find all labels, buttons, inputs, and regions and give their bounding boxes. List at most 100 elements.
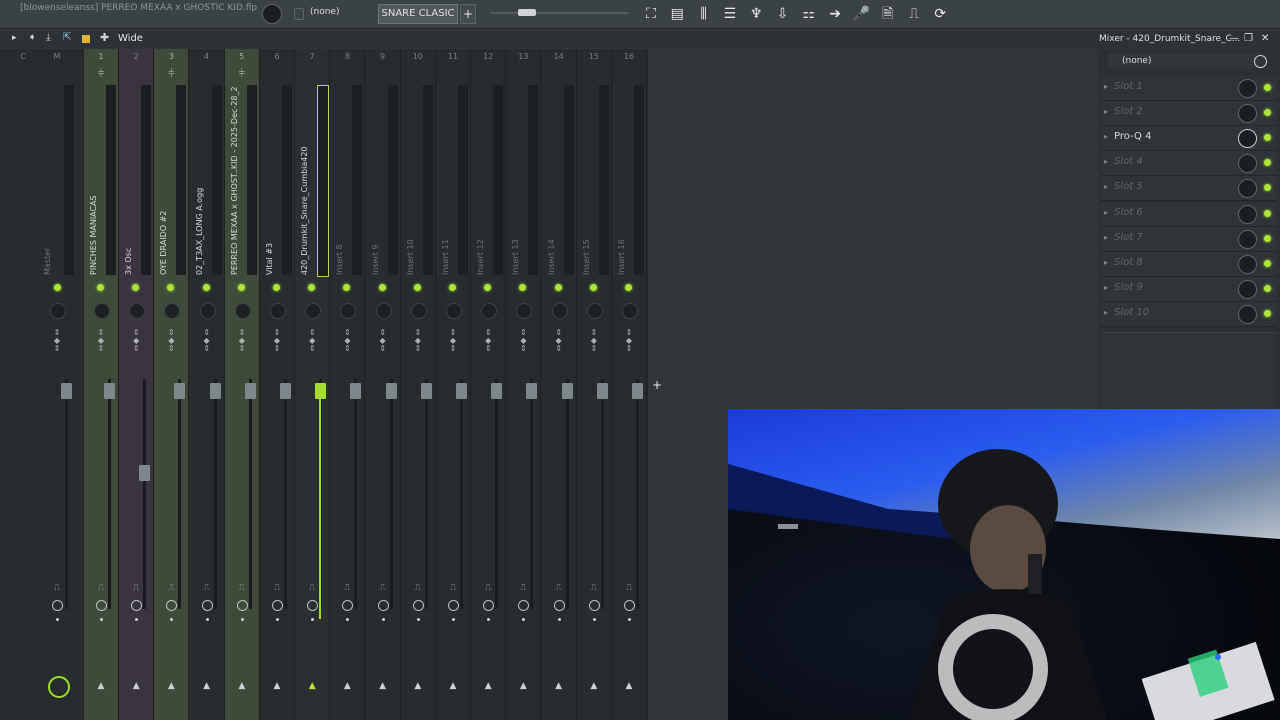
track-name[interactable]: Master: [43, 248, 52, 275]
volume-fader-track[interactable]: [600, 379, 604, 609]
track-name[interactable]: Vital #3: [265, 243, 274, 275]
clock-icon[interactable]: [1254, 55, 1267, 68]
send-to-master-icon[interactable]: ▲: [481, 681, 495, 691]
volume-fader-track[interactable]: [178, 379, 182, 609]
record-arm-icon[interactable]: ⎍: [516, 583, 530, 593]
effect-slot-2[interactable]: ▸ Slot 2: [1101, 101, 1277, 127]
volume-fader[interactable]: [526, 383, 538, 399]
file-icon[interactable]: 🗎: [879, 5, 897, 23]
mixer-track-15[interactable]: 15 Insert 15 ⇕ ◆ ⇕ ⎍ ▲: [576, 49, 612, 720]
route-dot[interactable]: [487, 618, 491, 621]
pan-knob[interactable]: [622, 303, 638, 319]
record-arm-icon[interactable]: ⎍: [446, 583, 460, 593]
volume-fader[interactable]: [561, 383, 573, 399]
mixer-add-icon[interactable]: ✚: [100, 31, 109, 44]
volume-fader[interactable]: [596, 383, 608, 399]
track-enable-toggle[interactable]: [273, 284, 280, 291]
latency-clock-icon[interactable]: [518, 600, 530, 611]
latency-clock-icon[interactable]: [272, 600, 283, 611]
track-name[interactable]: Insert 15: [582, 239, 591, 275]
slot-mix-knob[interactable]: [1238, 204, 1257, 224]
record-arm-icon[interactable]: ⎍: [552, 583, 566, 593]
volume-fader[interactable]: [61, 383, 72, 399]
add-channel-button[interactable]: +: [460, 4, 476, 24]
latency-clock-icon[interactable]: [448, 600, 459, 611]
send-to-master-icon[interactable]: ▲: [94, 681, 108, 691]
volume-fader-track[interactable]: [143, 379, 147, 609]
record-arm-icon[interactable]: ⎍: [622, 583, 636, 593]
volume-fader-track[interactable]: [65, 379, 68, 609]
latency-clock-icon[interactable]: [307, 600, 319, 611]
preset-selector[interactable]: (none): [310, 7, 339, 17]
slot-enable-toggle[interactable]: [1264, 109, 1271, 117]
track-enable-toggle[interactable]: [167, 284, 175, 291]
channel-list-icon[interactable]: ⚏: [800, 5, 818, 23]
slot-expand-icon[interactable]: ▸: [1104, 208, 1108, 217]
pan-knob[interactable]: [446, 303, 462, 319]
mixer-route-icon[interactable]: ⇱: [63, 32, 71, 43]
pan-knob[interactable]: [199, 303, 216, 319]
effect-slot-6[interactable]: ▸ Slot 6: [1101, 201, 1277, 227]
mixer-track-2[interactable]: 2 3x Osc ⇕ ◆ ⇕ ⎍ ▲: [119, 49, 155, 720]
track-enable-toggle[interactable]: [413, 284, 421, 291]
pan-knob[interactable]: [234, 303, 251, 319]
mixer-track-7[interactable]: 7 420_Drumkit_Snare_Cumbia420 ⇕ ◆ ⇕ ⎍ ▲: [295, 49, 331, 720]
refresh-icon[interactable]: ⟳: [931, 5, 949, 23]
mixer-icon[interactable]: ⫼: [695, 5, 713, 23]
latency-clock-icon[interactable]: [342, 600, 354, 611]
channel-rack-icon[interactable]: ☰: [721, 5, 739, 23]
volume-fader-track[interactable]: [389, 379, 393, 609]
slot-mix-knob[interactable]: [1238, 304, 1257, 324]
route-dot[interactable]: [346, 618, 350, 621]
stereo-separation-icon[interactable]: ⇕ ◆ ⇕: [164, 329, 178, 353]
record-arm-icon[interactable]: ⎍: [340, 583, 354, 593]
mixer-color-icon[interactable]: [82, 35, 90, 43]
mixer-menu-arrow-icon[interactable]: ▸: [12, 33, 17, 43]
volume-fader[interactable]: [350, 383, 362, 399]
track-name[interactable]: 3x Osc: [124, 248, 133, 275]
stereo-separation-icon[interactable]: ⇕ ◆ ⇕: [446, 329, 460, 353]
mixer-track-m[interactable]: M Master ⇕ ◆ ⇕ ⎍: [32, 49, 83, 720]
pan-knob[interactable]: [305, 303, 322, 319]
track-enable-toggle[interactable]: [308, 284, 316, 291]
slot-enable-toggle[interactable]: [1264, 209, 1271, 217]
stereo-separation-icon[interactable]: ⇕ ◆ ⇕: [622, 329, 636, 353]
stereo-separation-icon[interactable]: ⇕ ◆ ⇕: [129, 329, 143, 353]
minimize-icon[interactable]: —: [1229, 33, 1239, 44]
track-name[interactable]: Insert 16: [617, 239, 626, 275]
record-arm-icon[interactable]: ⎍: [587, 583, 601, 593]
mixer-track-8[interactable]: 8 Insert 8 ⇕ ◆ ⇕ ⎍ ▲: [330, 49, 366, 720]
slot-mix-knob[interactable]: [1238, 79, 1257, 98]
track-enable-toggle[interactable]: [589, 284, 597, 291]
volume-fader-track[interactable]: [636, 379, 639, 609]
slot-enable-toggle[interactable]: [1264, 134, 1271, 142]
record-arm-icon[interactable]: ⎍: [376, 583, 390, 593]
track-name[interactable]: PINCHES MANIACAS: [89, 195, 98, 275]
route-dot[interactable]: [205, 618, 209, 621]
mic-icon[interactable]: 🎤: [852, 5, 870, 23]
latency-clock-icon[interactable]: [96, 600, 107, 611]
mixer-track-16[interactable]: 16 Insert 16 ⇕ ◆ ⇕ ⎍ ▲: [612, 49, 647, 720]
piano-roll-icon[interactable]: ▤: [668, 5, 686, 23]
send-to-master-icon[interactable]: ▲: [340, 681, 354, 691]
volume-fader-track[interactable]: [460, 379, 463, 609]
stereo-separation-icon[interactable]: ⇕ ◆ ⇕: [481, 329, 495, 353]
pan-knob[interactable]: [340, 303, 357, 319]
pan-knob[interactable]: [94, 303, 110, 319]
route-dot[interactable]: [135, 618, 139, 621]
track-enable-toggle[interactable]: [378, 284, 386, 291]
slot-mix-knob[interactable]: [1238, 229, 1257, 249]
volume-fader[interactable]: [385, 383, 397, 399]
latency-clock-icon[interactable]: [131, 600, 143, 611]
effect-slot-4[interactable]: ▸ Slot 4: [1101, 151, 1277, 177]
pan-knob[interactable]: [270, 303, 286, 319]
record-arm-icon[interactable]: ⎍: [94, 583, 108, 593]
slot-mix-knob[interactable]: [1238, 279, 1257, 299]
send-to-master-icon[interactable]: ▲: [446, 681, 460, 691]
pan-knob[interactable]: [410, 303, 427, 319]
volume-fader-track[interactable]: [248, 379, 252, 609]
stereo-separation-icon[interactable]: ⇕ ◆ ⇕: [200, 329, 214, 353]
slot-mix-knob[interactable]: [1238, 104, 1257, 124]
track-name[interactable]: Insert 12: [476, 239, 485, 275]
stereo-separation-icon[interactable]: ⇕ ◆ ⇕: [270, 329, 284, 353]
